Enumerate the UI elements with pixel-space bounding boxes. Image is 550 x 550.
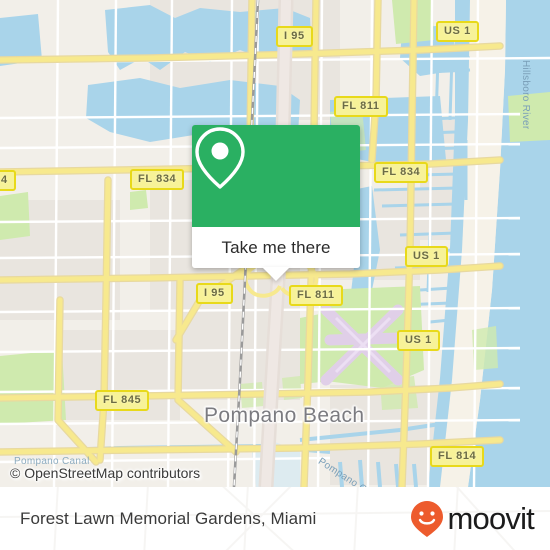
road-shield: I 95 [196, 283, 233, 304]
road-shield: FL 834 [374, 162, 429, 183]
water-label-hillsboro-river: Hillsboro River [520, 60, 531, 130]
moovit-wordmark: moovit [447, 501, 534, 536]
city-label: Pompano Beach [204, 404, 365, 427]
location-callout-card[interactable]: Take me there [192, 125, 360, 281]
road-shield: FL 811 [334, 96, 388, 117]
screenshot-root: I 95 US 1 FL 811 FL 834 FL 834 4 US 1 I 95 FL 81… [0, 0, 550, 550]
callout-pointer-arrow [262, 267, 290, 281]
page-title: Forest Lawn Memorial Gardens, Miami [20, 508, 317, 528]
footer-bar: Forest Lawn Memorial Gardens, Miami moov… [0, 487, 550, 550]
callout-header [192, 125, 360, 227]
callout-action[interactable]: Take me there [192, 227, 360, 281]
road-shield: FL 811 [289, 285, 343, 306]
moovit-brand[interactable]: moovit [410, 500, 535, 538]
road-shield: 4 [0, 170, 16, 191]
road-shield: US 1 [397, 330, 440, 351]
road-shield: I 95 [276, 26, 313, 47]
road-shield: FL 845 [95, 390, 150, 411]
osm-attribution: © OpenStreetMap contributors [10, 465, 201, 481]
map-canvas[interactable]: I 95 US 1 FL 811 FL 834 FL 834 4 US 1 I 95 FL 81… [0, 0, 550, 487]
callout-action-label: Take me there [221, 237, 331, 257]
road-shield: FL 834 [130, 169, 185, 190]
road-shield: US 1 [436, 21, 479, 42]
road-shield: US 1 [405, 246, 448, 267]
map-pin-icon [195, 127, 245, 189]
road-shield: FL 814 [430, 446, 485, 467]
moovit-smiley-pin-icon [411, 500, 444, 537]
